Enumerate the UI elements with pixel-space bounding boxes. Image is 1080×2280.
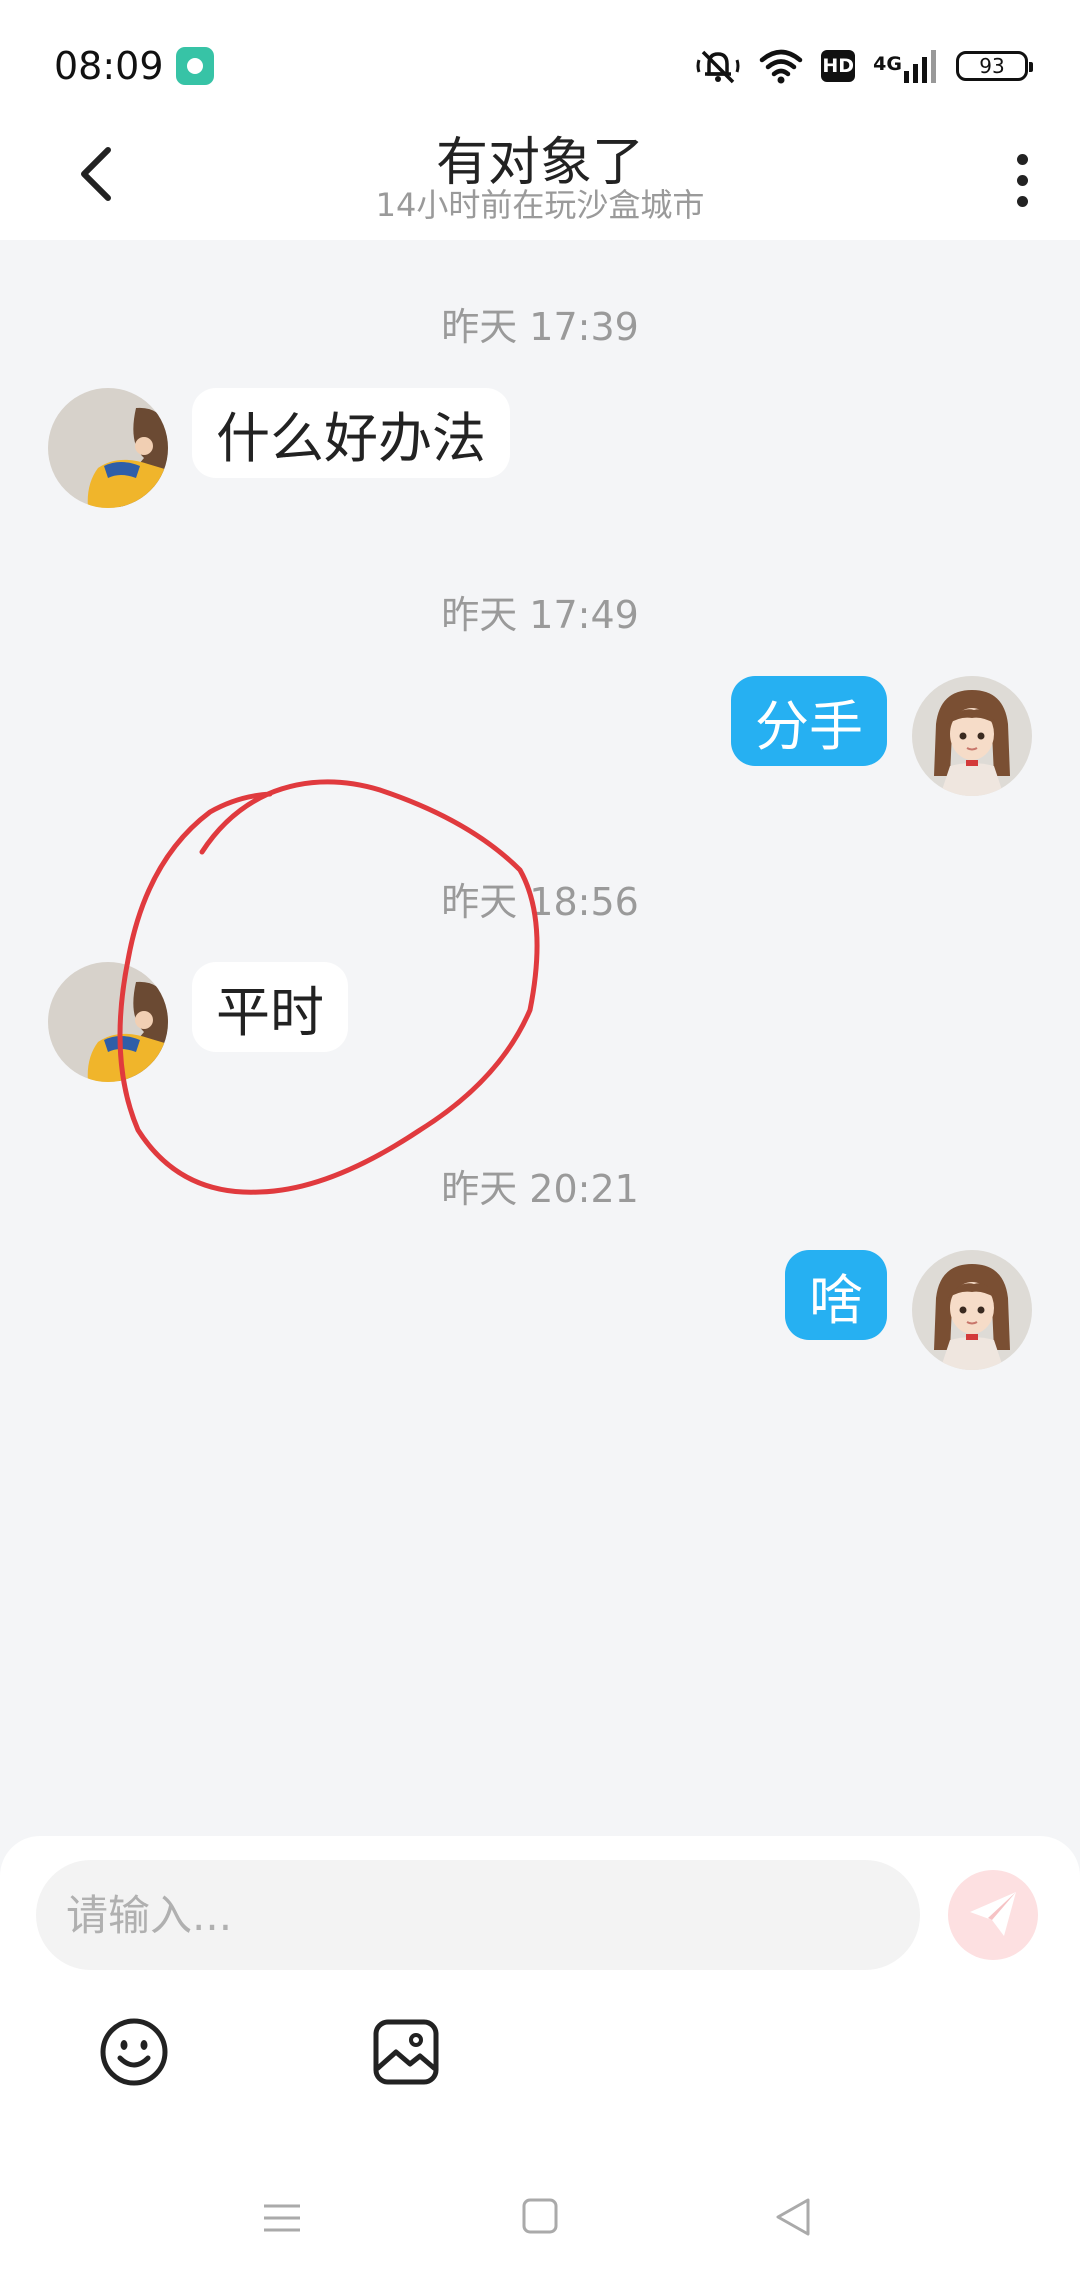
message-bubble-incoming[interactable]: 平时 [192, 962, 348, 1052]
emoji-button[interactable] [98, 2016, 170, 2088]
more-vertical-icon [1016, 153, 1028, 165]
message-input[interactable] [36, 1860, 920, 1970]
message-bubble-incoming[interactable]: 什么好办法 [192, 388, 510, 478]
system-nav-bar [0, 2170, 1080, 2280]
status-time: 08:09 [54, 44, 164, 88]
network-type: 4G [873, 53, 902, 75]
image-button[interactable] [370, 2016, 442, 2088]
status-bar: 08:09 HD 4G 93 [0, 0, 1080, 120]
menu-icon [264, 2204, 300, 2232]
self-avatar[interactable] [912, 676, 1032, 796]
message-bubble-outgoing[interactable]: 啥 [785, 1250, 887, 1340]
emoji-icon [100, 2018, 168, 2086]
image-icon [373, 2019, 439, 2085]
home-icon [522, 2198, 558, 2234]
battery-icon: 93 [956, 51, 1033, 81]
wifi-icon [759, 49, 803, 84]
more-options-button[interactable] [992, 140, 1052, 220]
message-timestamp: 昨天 18:56 [441, 880, 639, 924]
contact-avatar[interactable] [48, 962, 168, 1082]
message-timestamp: 昨天 20:21 [441, 1167, 639, 1211]
battery-level: 93 [979, 54, 1005, 78]
signal-icon: 4G [873, 49, 938, 83]
back-icon [776, 2198, 810, 2236]
app-notification-icon [176, 47, 214, 85]
send-button[interactable] [948, 1870, 1038, 1960]
chat-header: 有对象了 14小时前在玩沙盒城市 [0, 120, 1080, 240]
hd-icon: HD [821, 50, 856, 82]
self-avatar[interactable] [912, 1250, 1032, 1370]
message-bubble-outgoing[interactable]: 分手 [731, 676, 887, 766]
send-icon [970, 1892, 1016, 1936]
system-back-button[interactable] [772, 2196, 814, 2238]
message-timestamp: 昨天 17:39 [441, 305, 639, 349]
home-button[interactable] [522, 2198, 558, 2234]
contact-avatar[interactable] [48, 388, 168, 508]
chat-subtitle: 14小时前在玩沙盒城市 [375, 186, 705, 224]
status-icons: HD 4G 93 [695, 44, 1033, 88]
mute-icon [696, 50, 740, 84]
recents-button[interactable] [262, 2198, 302, 2238]
message-timestamp: 昨天 17:49 [441, 593, 639, 637]
